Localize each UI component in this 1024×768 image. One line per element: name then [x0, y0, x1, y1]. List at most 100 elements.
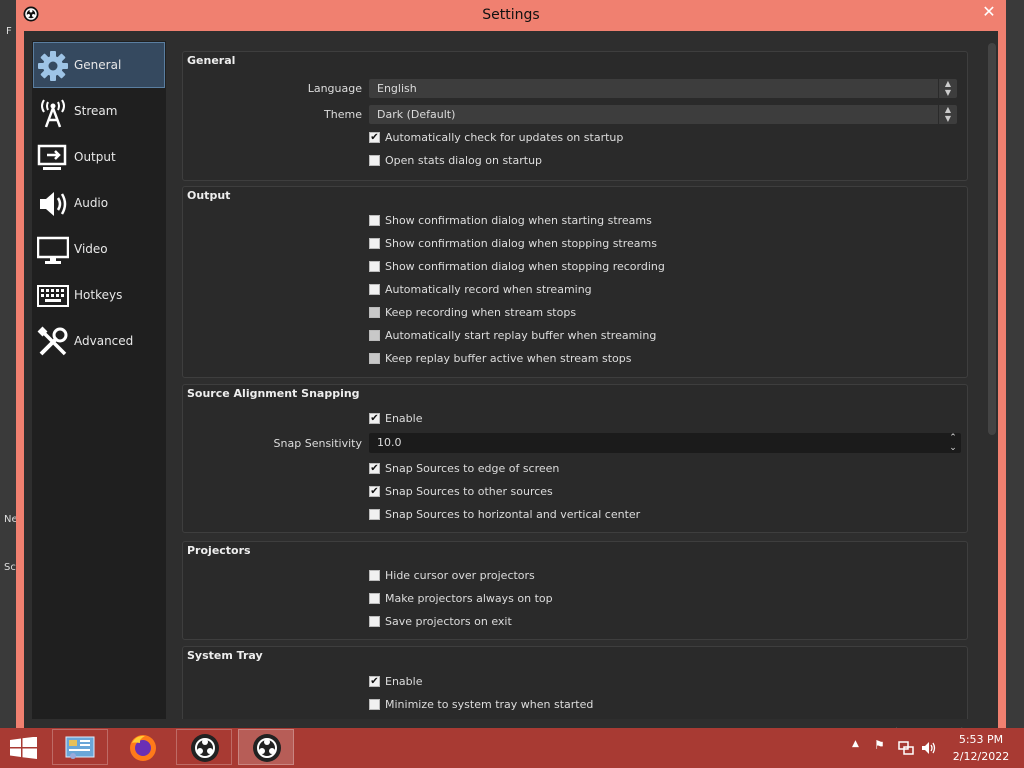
checkbox-box — [369, 215, 380, 226]
checkbox-label: Automatically record when streaming — [385, 283, 592, 296]
monitor-icon — [37, 236, 69, 264]
chevron-updown-icon: ▲ ▼ — [938, 79, 957, 98]
checkbox-label: Show confirmation dialog when starting s… — [385, 214, 652, 227]
checkbox-label: Show confirmation dialog when stopping s… — [385, 237, 657, 250]
control-panel-icon — [65, 736, 95, 759]
sidebar-item-label: Video — [74, 242, 108, 256]
snap-sensitivity-spinbox[interactable]: 10.0 ⌃ ⌄ — [369, 433, 961, 453]
taskbar-obs[interactable] — [176, 729, 232, 765]
group-title: System Tray — [187, 649, 263, 662]
checkbox-label: Open stats dialog on startup — [385, 154, 543, 167]
flag-icon[interactable]: ⚑ — [874, 738, 885, 752]
projectors-group: Projectors Hide cursor over projectors M… — [182, 541, 968, 640]
checkbox-box: ✔ — [369, 413, 380, 424]
sidebar-item-label: Advanced — [74, 334, 134, 348]
checkbox-label: Save projectors on exit — [385, 615, 512, 628]
checkbox-box: ✔ — [369, 132, 380, 143]
theme-label: Theme — [324, 108, 362, 121]
output-group: Output Show confirmation dialog when sta… — [182, 186, 968, 378]
checkbox-box — [369, 570, 380, 581]
sidebar-item-hotkeys[interactable]: Hotkeys — [34, 273, 164, 317]
checkbox-label: Minimize to system tray when started — [385, 698, 594, 711]
language-label: Language — [307, 82, 362, 95]
sidebar-item-label: General — [74, 58, 122, 72]
checkbox-box: ✔ — [369, 676, 380, 687]
sidebar-item-label: Stream — [74, 104, 118, 118]
checkbox-label: Automatically start replay buffer when s… — [385, 329, 657, 342]
checkbox-label: Enable — [385, 675, 423, 688]
sidebar-item-label: Audio — [74, 196, 109, 210]
settings-window: Settings ✕ General Stream Output Audio V… — [16, 0, 1006, 738]
checkbox-label: Snap Sources to edge of screen — [385, 462, 560, 475]
checkbox-label: Show confirmation dialog when stopping r… — [385, 260, 665, 273]
theme-value: Dark (Default) — [377, 108, 456, 121]
snap-sensitivity-label: Snap Sensitivity — [273, 437, 362, 450]
background-edge-text: Sc — [4, 562, 16, 573]
checkbox-box — [369, 284, 380, 295]
checkbox-box — [369, 155, 380, 166]
group-title: Source Alignment Snapping — [187, 387, 360, 400]
checkbox-label: Make projectors always on top — [385, 592, 553, 605]
checkbox-label: Hide cursor over projectors — [385, 569, 535, 582]
settings-content: General Language English ▲ ▼ Theme Dark (… — [182, 47, 982, 719]
checkbox-box — [369, 238, 380, 249]
taskbar-firefox[interactable] — [114, 729, 170, 765]
firefox-icon — [130, 735, 156, 761]
output-icon — [37, 144, 67, 170]
system-tray-group: System Tray ✔ Enable Minimize to system t… — [182, 646, 968, 719]
sidebar-item-general[interactable]: General — [33, 42, 165, 88]
language-value: English — [377, 82, 417, 95]
obs-icon — [253, 734, 281, 762]
checkbox-label: Enable — [385, 412, 423, 425]
checkbox-box — [369, 261, 380, 272]
tools-icon — [37, 326, 68, 356]
theme-select[interactable]: Dark (Default) ▲ ▼ — [369, 105, 957, 124]
checkbox-box — [369, 330, 380, 341]
content-scrollbar[interactable] — [988, 43, 996, 435]
sidebar-item-label: Hotkeys — [74, 288, 123, 302]
gear-icon — [38, 51, 68, 81]
checkbox-box — [369, 699, 380, 710]
sidebar-item-video[interactable]: Video — [34, 227, 164, 271]
checkbox-box — [369, 353, 380, 364]
sidebar-item-label: Output — [74, 150, 116, 164]
snapping-group: Source Alignment Snapping ✔ Enable Snap S… — [182, 384, 968, 533]
general-group: General Language English ▲ ▼ Theme Dark (… — [182, 51, 968, 181]
sidebar-item-stream[interactable]: Stream — [34, 89, 164, 133]
tray-chevron-up-icon[interactable]: ▲ — [852, 739, 859, 749]
checkbox-label: Keep recording when stream stops — [385, 306, 577, 319]
snap-sensitivity-value: 10.0 — [377, 436, 402, 449]
checkbox-box — [369, 616, 380, 627]
group-title: Projectors — [187, 544, 251, 557]
language-select[interactable]: English ▲ ▼ — [369, 79, 957, 98]
antenna-icon — [41, 99, 65, 128]
taskbar: ▲ ⚑ 5:53 PM 2/12/2022 — [0, 728, 1024, 768]
sidebar-item-audio[interactable]: Audio — [34, 181, 164, 225]
checkbox-label: Snap Sources to other sources — [385, 485, 553, 498]
taskbar-control-panel[interactable] — [52, 729, 108, 765]
checkbox-box: ✔ — [369, 463, 380, 474]
checkbox-box — [369, 593, 380, 604]
volume-icon[interactable] — [921, 740, 937, 756]
sidebar-item-output[interactable]: Output — [34, 135, 164, 179]
checkbox-box — [369, 509, 380, 520]
clock-time[interactable]: 5:53 PM — [948, 733, 1014, 746]
network-icon[interactable] — [898, 740, 914, 756]
sidebar-item-advanced[interactable]: Advanced — [34, 319, 164, 363]
checkbox-box: ✔ — [369, 486, 380, 497]
background-edge-text: F — [6, 26, 12, 37]
checkbox-label: Keep replay buffer active when stream st… — [385, 352, 632, 365]
obs-icon — [191, 734, 219, 762]
clock-date[interactable]: 2/12/2022 — [948, 750, 1014, 763]
checkbox-box — [369, 307, 380, 318]
close-button[interactable]: ✕ — [972, 0, 1006, 24]
keyboard-icon — [37, 285, 69, 307]
group-title: Output — [187, 189, 231, 202]
taskbar-obs-settings[interactable] — [238, 729, 294, 765]
window-title: Settings — [482, 7, 540, 23]
checkbox-label: Automatically check for updates on start… — [385, 131, 624, 144]
start-icon[interactable] — [10, 737, 38, 759]
spin-arrows-icon[interactable]: ⌃ ⌄ — [945, 433, 961, 453]
settings-client: General Stream Output Audio Video Hotkey… — [24, 31, 998, 738]
group-title: General — [187, 54, 236, 67]
